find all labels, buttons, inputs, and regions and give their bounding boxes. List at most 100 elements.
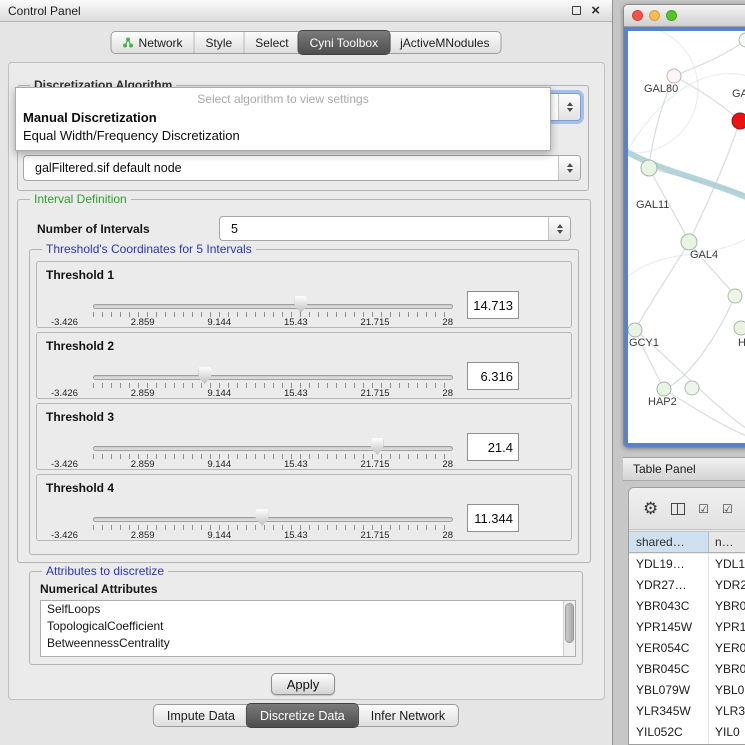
network-node[interactable] (734, 321, 745, 335)
slider-scale-label: 15.43 (284, 317, 308, 328)
slider-scale-label: 9.144 (207, 459, 231, 470)
slider-scale-label: 9.144 (207, 530, 231, 541)
list-scrollbar[interactable] (563, 601, 575, 656)
apply-button[interactable]: Apply (271, 673, 335, 695)
columns-icon[interactable] (671, 503, 685, 515)
tab-style[interactable]: Style (194, 32, 244, 53)
table-row[interactable]: YBR043CYBR0 (629, 596, 745, 617)
threshold-label: Threshold 4 (46, 481, 114, 495)
tab-select[interactable]: Select (243, 32, 299, 53)
combobox-stepper-icon[interactable] (558, 94, 580, 120)
network-node[interactable] (667, 69, 681, 83)
network-window-titlebar[interactable] (624, 5, 745, 27)
selected-node[interactable] (732, 113, 745, 129)
tab-network[interactable]: Network (112, 32, 194, 53)
slider-scale-label: 21.715 (361, 459, 390, 470)
table-row[interactable]: YER054CYER0 (629, 638, 745, 659)
column-header-name[interactable]: n… (709, 532, 745, 552)
table-cell: YIL0 (709, 722, 745, 743)
slider-thumb[interactable] (371, 438, 384, 455)
table-body: YDL19…YDL1YDR27…YDR2YBR043CYBR0YPR145WYP… (629, 554, 745, 744)
algorithm-option[interactable]: Manual Discretization (16, 109, 550, 127)
table-cell: YDL19… (629, 554, 709, 575)
node-label: GA (732, 88, 745, 100)
slider-scale: -3.4262.8599.14415.4321.71528 (51, 388, 453, 399)
threshold-box: Threshold 3 21.4 -3.4262.8599.14415.4321… (36, 403, 572, 470)
slider-scale-label: 2.859 (131, 317, 155, 328)
column-header-shared-name[interactable]: shared… (629, 532, 709, 552)
arrow-down-icon (567, 108, 573, 112)
slider-thumb[interactable] (256, 509, 269, 526)
threshold-box: Threshold 4 11.344 -3.4262.8599.14415.43… (36, 474, 572, 541)
threshold-value-field[interactable]: 21.4 (467, 433, 519, 461)
table-row[interactable]: YDR27…YDR2 (629, 575, 745, 596)
algorithm-option[interactable]: Equal Width/Frequency Discretization (16, 127, 550, 145)
numerical-attributes-label: Numerical Attributes (40, 582, 158, 596)
list-item[interactable]: BetweennessCentrality (41, 635, 575, 652)
threshold-value-field[interactable]: 11.344 (467, 504, 519, 532)
bottom-tab-impute-data[interactable]: Impute Data (154, 705, 248, 726)
list-item[interactable]: TopologicalCoefficient (41, 618, 575, 635)
float-window-icon[interactable] (572, 6, 581, 15)
slider-scale-label: -3.426 (51, 459, 78, 470)
zoom-traffic-light-icon[interactable] (666, 10, 677, 21)
threshold-value-field[interactable]: 6.316 (467, 362, 519, 390)
slider-scale: -3.4262.8599.14415.4321.71528 (51, 317, 453, 328)
arrow-up-icon (567, 102, 573, 106)
table-row[interactable]: YBR045CYBR0 (629, 659, 745, 680)
table-row[interactable]: YLR345WYLR3 (629, 701, 745, 722)
tab-label: Select (255, 36, 288, 50)
network-node[interactable] (681, 234, 697, 250)
minimize-traffic-light-icon[interactable] (649, 10, 660, 21)
network-node[interactable] (657, 382, 671, 396)
slider-scale: -3.4262.8599.14415.4321.71528 (51, 530, 453, 541)
table-row[interactable]: YDL19…YDL1 (629, 554, 745, 575)
close-traffic-light-icon[interactable] (632, 10, 643, 21)
combobox-stepper-icon[interactable] (558, 156, 580, 180)
node-label: GAL4 (690, 249, 718, 261)
threshold-box: Threshold 1 14.713 -3.4262.8599.14415.43… (36, 261, 572, 328)
thresholds-group: Threshold's Coordinates for 5 Intervals … (29, 249, 579, 555)
tab-label: Cyni Toolbox (310, 36, 378, 50)
slider-thumb[interactable] (294, 296, 307, 313)
arrow-up-icon (567, 163, 573, 167)
table-row[interactable]: YBL079WYBL0 (629, 680, 745, 701)
network-node[interactable] (641, 160, 657, 176)
close-window-icon[interactable]: × (591, 6, 600, 16)
table-cell: YBL079W (629, 680, 709, 701)
attributes-group: Attributes to discretize Numerical Attri… (29, 571, 583, 665)
network-view-frame: GAL80GAGAL11GAL4GCY1HHAP2 (624, 27, 745, 447)
control-panel-titlebar[interactable]: Control Panel × (0, 0, 612, 22)
slider-scale-label: 15.43 (284, 388, 308, 399)
number-of-intervals-combobox[interactable]: 5 (219, 216, 571, 241)
gear-icon[interactable]: ⚙ (643, 499, 658, 519)
combobox-stepper-icon[interactable] (548, 217, 570, 240)
scrollbar-thumb[interactable] (565, 603, 574, 643)
select-none-icon[interactable]: ☑ (722, 502, 733, 516)
network-node[interactable] (728, 289, 742, 303)
bottom-tab-infer-network[interactable]: Infer Network (357, 705, 458, 726)
table-cell: YER054C (629, 638, 709, 659)
table-row[interactable]: YPR145WYPR1 (629, 617, 745, 638)
arrow-down-icon (567, 169, 573, 173)
slider-scale-label: 15.43 (284, 530, 308, 541)
table-panel-titlebar[interactable]: Table Panel (623, 457, 745, 481)
table-cell: YLR345W (629, 701, 709, 722)
slider-scale: -3.4262.8599.14415.4321.71528 (51, 459, 453, 470)
slider-track (93, 517, 453, 522)
threshold-value-field[interactable]: 14.713 (467, 291, 519, 319)
threshold-label: Threshold 2 (46, 339, 114, 353)
table-data-combobox[interactable]: galFiltered.sif default node (23, 155, 581, 181)
tab-cyni-toolbox[interactable]: Cyni Toolbox (299, 31, 389, 54)
slider-scale-label: -3.426 (51, 317, 78, 328)
network-node[interactable] (628, 323, 642, 337)
bottom-tab-discretize-data[interactable]: Discretize Data (247, 704, 358, 727)
slider-thumb[interactable] (198, 367, 211, 384)
list-item[interactable]: SelfLoops (41, 601, 575, 618)
network-node[interactable] (685, 381, 699, 395)
select-all-icon[interactable]: ☑ (698, 502, 709, 516)
table-row[interactable]: YIL052CYIL0 (629, 722, 745, 743)
tab-jactivemnodules[interactable]: jActiveMNodules (388, 32, 500, 53)
table-cell: YBR043C (629, 596, 709, 617)
network-canvas[interactable]: GAL80GAGAL11GAL4GCY1HHAP2 (628, 31, 745, 443)
